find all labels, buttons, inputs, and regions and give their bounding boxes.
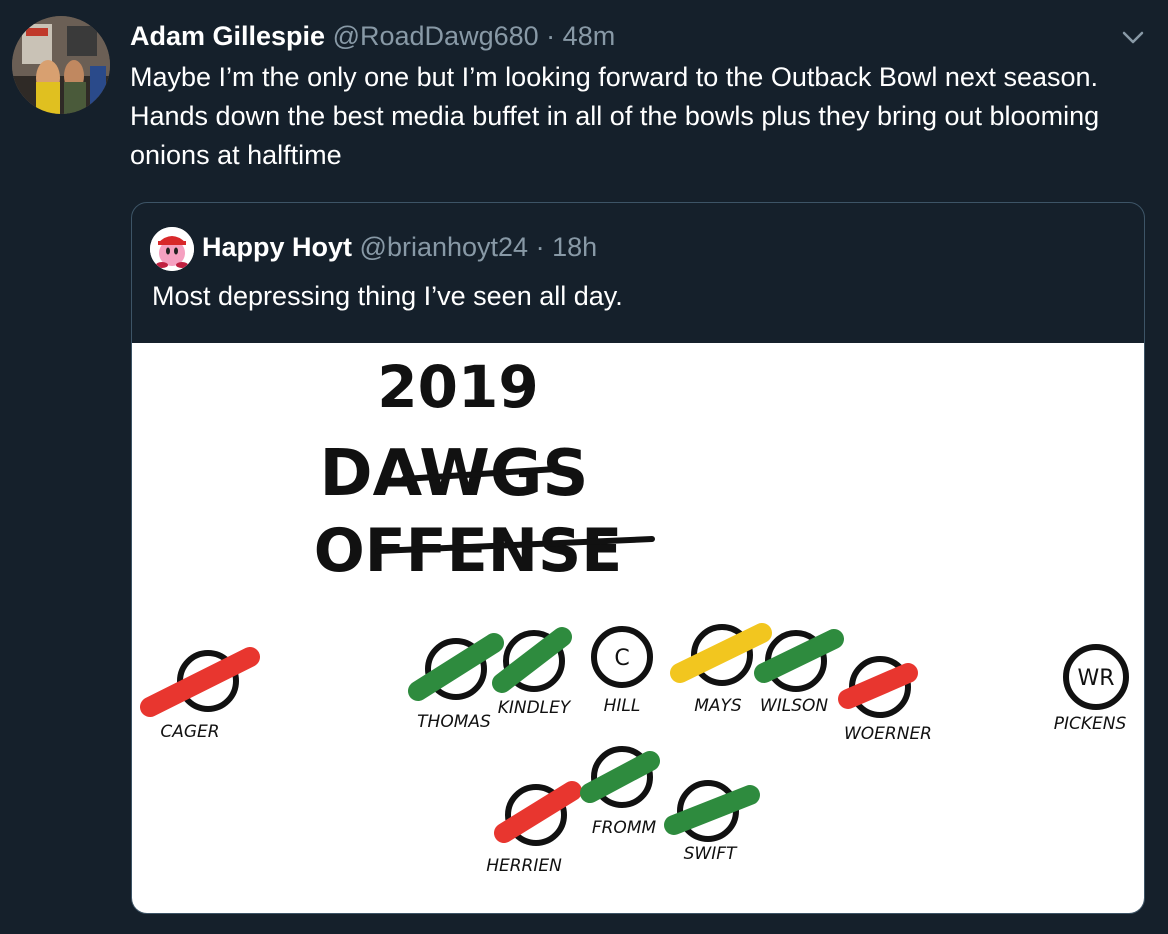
player-herrien: HERRIEN [486,781,582,876]
player-kindley: KINDLEY [492,627,572,718]
player-label: HERRIEN [486,856,562,876]
quoted-tweet-text: Most depressing thing I’ve seen all day. [152,281,623,311]
tweet-header: Adam Gillespie @RoadDawg680 · 48m [130,18,615,54]
player-label: WOERNER [844,724,932,744]
player-cager: CAGER [140,647,260,742]
avatar-photo [12,16,110,114]
player-mays: MAYS [670,623,772,716]
quoted-tweet[interactable]: Happy Hoyt @brianhoyt24 · 18h Most depre… [131,202,1145,914]
meta-separator: · [546,21,556,51]
player-label: CAGER [160,722,219,742]
player-thomas: THOMAS [408,633,504,732]
player-marker: WR [1077,666,1114,691]
player-label: HILL [604,696,641,716]
player-fromm: FROMM [580,746,660,838]
quoted-author-handle[interactable]: @brianhoyt24 [360,232,529,262]
quoted-meta-separator: · [535,232,545,262]
author-avatar[interactable] [12,16,110,114]
player-woerner: WOERNER [838,656,932,744]
player-label: FROMM [592,818,657,838]
player-label: KINDLEY [498,698,572,718]
player-label: PICKENS [1054,714,1127,734]
image-title-year: 2019 [377,353,538,421]
tweet-image[interactable]: 2019 DAWGS OFFENSE CAGER THOMAS KINDLEY [132,343,1144,913]
author-name[interactable]: Adam Gillespie [130,21,325,51]
chevron-down-icon[interactable] [1118,22,1148,52]
quoted-tweet-time[interactable]: 18h [552,232,597,262]
quoted-tweet-header: Happy Hoyt @brianhoyt24 · 18h [202,227,597,267]
player-pickens: WR PICKENS [1054,644,1129,734]
quoted-author-name[interactable]: Happy Hoyt [202,232,352,262]
player-label: THOMAS [417,712,491,732]
player-swift: SWIFT [664,780,760,864]
author-handle[interactable]: @RoadDawg680 [333,21,539,51]
player-label: MAYS [694,696,742,716]
player-label: SWIFT [684,844,738,864]
formation-drawing: 2019 DAWGS OFFENSE CAGER THOMAS KINDLEY [140,353,1129,876]
player-wilson: WILSON [754,629,844,716]
kirby-avatar-icon [150,227,194,271]
quoted-author-avatar[interactable] [150,227,194,271]
tweet-time[interactable]: 48m [563,21,616,51]
player-label: WILSON [760,696,828,716]
player-marker: C [614,646,629,671]
player-hill: C HILL [591,626,653,716]
image-title-offense: OFFENSE [314,516,622,586]
tweet-text: Maybe I’m the only one but I’m looking f… [130,62,1100,170]
